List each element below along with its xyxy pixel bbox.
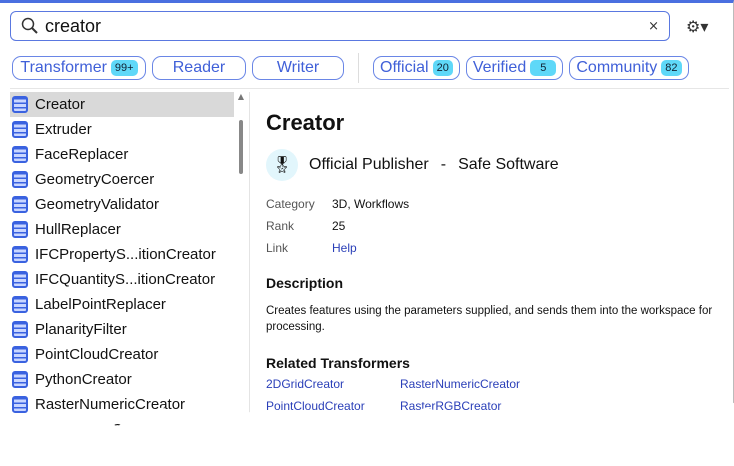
chip-label: Reader (172, 59, 226, 76)
list-item-label: HullReplacer (35, 221, 121, 238)
divider (249, 92, 250, 426)
filter-reader[interactable]: Reader (152, 56, 246, 80)
clear-search-button[interactable]: × (648, 19, 659, 34)
list-item[interactable]: GeometryCoercer (10, 167, 234, 192)
related-link[interactable]: RasterRGBCreator (400, 399, 600, 413)
list-item[interactable]: PointCloudCreator (10, 342, 234, 367)
divider (358, 53, 359, 83)
award-badge-icon: 🎖 (266, 149, 298, 181)
filter-official[interactable]: Official 20 (373, 56, 460, 80)
scroll-up-arrow-icon[interactable]: ▲ (236, 92, 246, 101)
count-badge: 99+ (110, 60, 138, 76)
divider (10, 88, 729, 89)
meta-value: 3D, Workflows (332, 197, 410, 211)
list-item-label: PythonCreator (35, 371, 132, 388)
results-list: Creator Extruder FaceReplacer GeometryCoerc… (10, 92, 234, 438)
list-item-label: RasterNumericCreator (35, 396, 186, 413)
meta-key: Rank (266, 219, 295, 233)
filter-bar: Transformer 99+ Reader Writer Official 20 … (12, 53, 689, 83)
list-scrollbar[interactable]: ▲ (236, 92, 246, 426)
search-input[interactable] (45, 15, 649, 37)
list-item[interactable]: GeometryValidator (10, 192, 234, 217)
search-box[interactable]: × (10, 11, 670, 41)
transformer-icon (12, 121, 28, 138)
chip-label: Official (380, 59, 429, 76)
transformer-icon (12, 321, 28, 338)
list-item-label: IFCQuantityS...itionCreator (35, 271, 216, 288)
chip-label: Writer (276, 59, 320, 76)
list-item[interactable]: PlanarityFilter (10, 317, 234, 342)
transformer-icon (12, 271, 28, 288)
transformer-icon (12, 196, 28, 213)
filter-verified[interactable]: Verified 5 (465, 56, 564, 80)
help-link[interactable]: Help (332, 241, 357, 255)
transformer-icon (12, 421, 28, 426)
chip-label: Community (576, 59, 658, 76)
count-badge: 82 (661, 60, 682, 76)
list-item-label: FaceReplacer (35, 146, 129, 163)
meta-key: Category (266, 197, 315, 211)
publisher-type: Official Publisher (309, 156, 429, 173)
list-item-label: IFCPropertyS...itionCreator (35, 246, 216, 263)
list-item[interactable]: IFCQuantityS...itionCreator (10, 267, 234, 292)
detail-panel: Creator 🎖 Official Publisher - Safe Soft… (266, 92, 726, 413)
description-heading: Description (266, 275, 344, 291)
transformer-icon (12, 96, 28, 113)
description-text: Creates features using the parameters su… (266, 305, 713, 333)
chip-label: Verified (472, 59, 527, 76)
chip-label: Transformer (20, 59, 107, 76)
transformer-icon (12, 371, 28, 388)
list-item-label: Creator (35, 96, 86, 113)
list-item[interactable]: HullReplacer (10, 217, 234, 242)
filter-transformer[interactable]: Transformer 99+ (12, 56, 146, 80)
transformer-icon (12, 396, 28, 413)
list-item[interactable]: RasterNumericCreator (10, 392, 234, 417)
filter-community[interactable]: Community 82 (569, 56, 689, 80)
count-badge: 5 (530, 60, 557, 76)
meta-value: 25 (332, 219, 346, 233)
related-link[interactable]: 2DGridCreator (266, 377, 400, 391)
list-item[interactable]: Extruder (10, 117, 234, 142)
related-link[interactable]: PointCloudCreator (266, 399, 400, 413)
settings-gear-icon[interactable]: ⚙▾ (686, 17, 708, 36)
transformer-icon (12, 171, 28, 188)
list-item-label: Extruder (35, 121, 92, 138)
transformer-gallery: × ⚙▾ Transformer99+ Reader Writer Offici… (0, 0, 734, 438)
publisher-row: 🎖 Official Publisher - Safe Software (266, 149, 726, 181)
search-icon (21, 17, 38, 34)
transformer-icon (12, 246, 28, 263)
list-item[interactable]: IFCPropertyS...itionCreator (10, 242, 234, 267)
meta-key: Link (266, 241, 289, 255)
scrollbar-thumb[interactable] (239, 120, 243, 174)
transformer-icon (12, 346, 28, 363)
list-item[interactable]: Creator (10, 92, 234, 117)
separator: - (440, 156, 447, 173)
filter-writer[interactable]: Writer (252, 56, 344, 80)
list-item-label: PointCloudCreator (35, 346, 159, 363)
list-item[interactable]: PythonCreator (10, 367, 234, 392)
publisher-name: Safe Software (458, 156, 559, 173)
related-link[interactable]: RasterNumericCreator (400, 377, 600, 391)
transformer-icon (12, 221, 28, 238)
list-item[interactable]: RasterRGBCreator (10, 417, 234, 438)
transformer-icon (12, 296, 28, 313)
related-heading: Related Transformers (266, 355, 410, 371)
list-item[interactable]: LabelPointReplacer (10, 292, 234, 317)
list-item-label: GeometryCoercer (35, 171, 155, 188)
detail-title: Creator (266, 110, 345, 135)
list-item-label: LabelPointReplacer (35, 296, 166, 313)
count-badge: 20 (432, 60, 453, 76)
metadata: Category 3D, Workflows Rank 25 Link Help (266, 193, 726, 259)
related-transformers: 2DGridCreator RasterNumericCreator Point… (266, 377, 726, 413)
transformer-icon (12, 146, 28, 163)
list-item[interactable]: FaceReplacer (10, 142, 234, 167)
list-item-label: GeometryValidator (35, 196, 159, 213)
list-item-label: PlanarityFilter (35, 321, 127, 338)
list-item-label: RasterRGBCreator (35, 421, 162, 438)
